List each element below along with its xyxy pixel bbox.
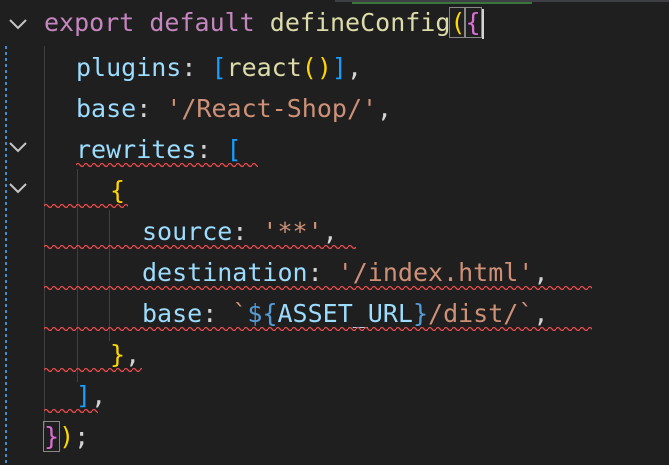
close-paren: ): [316, 53, 332, 82]
chevron-down-icon[interactable]: [6, 12, 30, 36]
string-value: '/index.html': [337, 258, 534, 287]
error-squiggle: [44, 326, 592, 332]
colon: :: [232, 217, 263, 246]
open-brace: {: [464, 7, 482, 38]
code-line-3[interactable]: base: '/React-Shop/',: [76, 88, 392, 129]
error-squiggle: [44, 244, 356, 250]
code-editor[interactable]: { "editor": { "lines": [ {"tokens": ["ex…: [0, 0, 669, 465]
semicolon: ;: [74, 422, 90, 451]
comma: ,: [125, 340, 141, 369]
property-key: rewrites: [76, 135, 197, 164]
function-name: defineConfig: [269, 8, 451, 37]
keyword-default: default: [149, 8, 255, 37]
open-brace: {: [110, 176, 126, 205]
comma: ,: [533, 299, 549, 328]
string-value: '/React-Shop/': [166, 94, 378, 123]
close-brace: }: [110, 340, 126, 369]
editor-gutter: [0, 0, 40, 465]
property-key: base: [76, 94, 137, 123]
open-paren: (: [449, 7, 467, 38]
open-bracket: [: [211, 53, 227, 82]
code-line-1[interactable]: export default defineConfig({: [44, 2, 484, 43]
property-key: destination: [142, 258, 308, 287]
keyword-export: export: [44, 8, 135, 37]
error-squiggle: [44, 285, 592, 291]
chevron-down-icon[interactable]: [6, 135, 30, 159]
variable: ASSET_URL: [277, 299, 413, 328]
colon: :: [307, 258, 338, 287]
template-interp-close: }: [412, 299, 429, 328]
text-cursor: [481, 9, 484, 39]
close-brace: }: [42, 421, 61, 452]
colon: :: [202, 299, 233, 328]
close-bracket: ]: [76, 381, 92, 410]
open-paren: (: [301, 53, 317, 82]
open-bracket: [: [226, 135, 242, 164]
comma: ,: [322, 217, 338, 246]
string-value: '**': [262, 217, 323, 246]
template-interp-open: ${: [247, 299, 278, 328]
close-bracket: ]: [331, 53, 347, 82]
property-key: base: [142, 299, 203, 328]
property-key: plugins: [76, 53, 182, 82]
comma: ,: [377, 94, 393, 123]
function-call: react: [226, 53, 302, 82]
modified-lines-indicator: [5, 46, 7, 465]
code-line-2[interactable]: plugins: [react()],: [76, 47, 362, 88]
colon: :: [136, 94, 167, 123]
indent-guide: [109, 210, 110, 341]
template-end: /dist/`: [428, 299, 534, 328]
chevron-down-icon[interactable]: [6, 176, 30, 200]
error-squiggle: [44, 408, 98, 414]
error-squiggle: [44, 203, 128, 209]
colon: :: [181, 53, 212, 82]
colon: :: [196, 135, 227, 164]
comma: ,: [533, 258, 549, 287]
comma: ,: [91, 381, 107, 410]
close-paren: ): [59, 422, 75, 451]
error-squiggle: [44, 367, 142, 373]
comma: ,: [346, 53, 363, 82]
code-line-11[interactable]: });: [42, 416, 90, 457]
property-key: source: [142, 217, 233, 246]
error-squiggle: [76, 162, 258, 168]
template-start: `: [232, 299, 248, 328]
indent-guide: [77, 169, 78, 382]
